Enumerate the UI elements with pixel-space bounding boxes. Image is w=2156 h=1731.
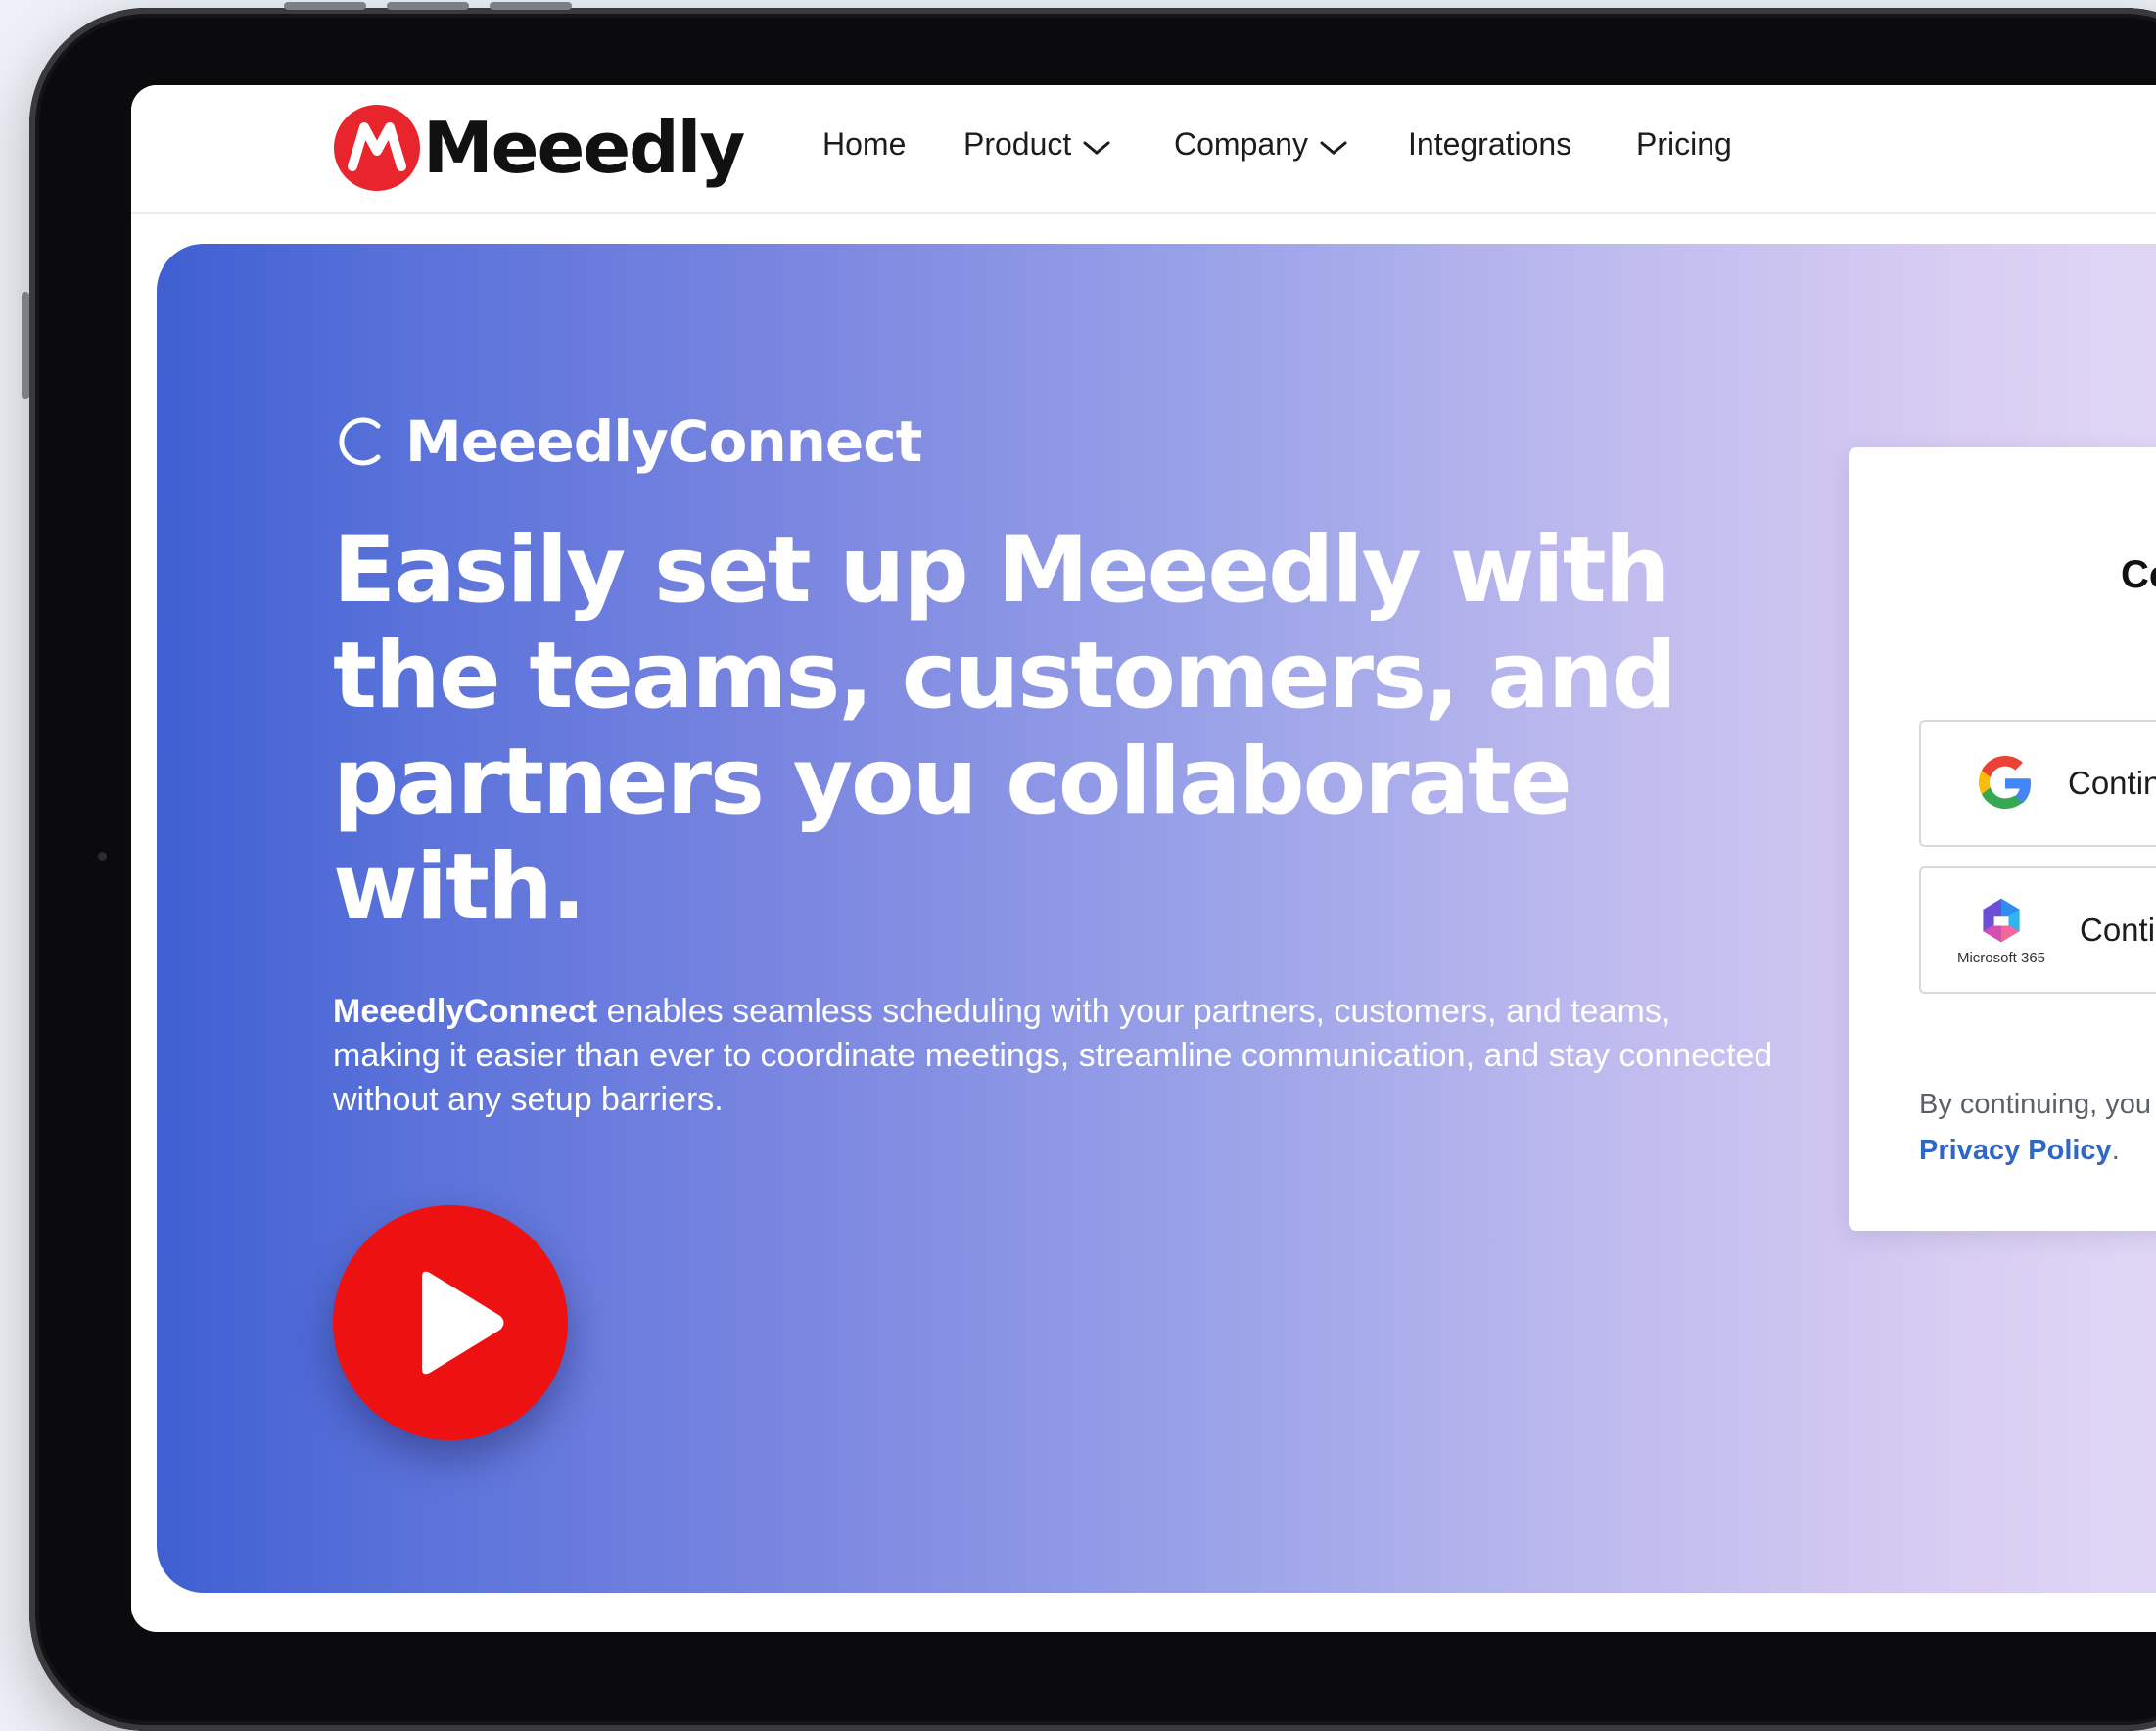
signin-card: Cor Continu — [1849, 447, 2156, 1231]
play-video-button[interactable] — [333, 1205, 568, 1440]
microsoft-365-logo: Microsoft 365 — [1941, 895, 2062, 966]
device-top-button-1 — [284, 2, 366, 10]
google-icon — [1979, 756, 2031, 809]
navbar: Meeedly Home Product Company Integration… — [131, 85, 2156, 214]
google-button-label: Continu — [2068, 765, 2156, 801]
legal-notice: By continuing, you Privacy Policy. — [1919, 1082, 2156, 1174]
microsoft-365-caption: Microsoft 365 — [1956, 949, 2046, 966]
continue-with-microsoft-button[interactable]: Microsoft 365 Contin — [1919, 866, 2156, 994]
tablet-frame: Meeedly Home Product Company Integration… — [22, 2, 2156, 1731]
nav-product[interactable]: Product — [963, 126, 1110, 163]
hero-headline: Easily set up Meeedly with the teams, cu… — [333, 517, 1677, 941]
nav-integrations-label: Integrations — [1408, 126, 1572, 162]
nav-company-label: Company — [1174, 126, 1308, 162]
privacy-policy-link[interactable]: Privacy Policy — [1919, 1135, 2112, 1166]
logo-text: Meeedly — [423, 107, 745, 189]
continue-with-google-button[interactable]: Continu — [1919, 720, 2156, 847]
screen: Meeedly Home Product Company Integration… — [131, 85, 2156, 1632]
meeedly-logo-icon — [334, 105, 420, 191]
nav-home-label: Home — [822, 126, 907, 162]
product-brand: MeeedlyConnect — [333, 408, 922, 475]
play-icon — [422, 1271, 504, 1375]
device-top-button-3 — [490, 2, 572, 10]
nav-integrations[interactable]: Integrations — [1408, 126, 1571, 163]
device-top-button-2 — [387, 2, 469, 10]
nav-pricing-label: Pricing — [1636, 126, 1732, 162]
hero-description-brand: MeeedlyConnect — [333, 993, 598, 1030]
nav-home[interactable]: Home — [822, 126, 906, 163]
device-side-button — [22, 292, 29, 399]
nav-product-label: Product — [963, 126, 1072, 162]
brand-name: MeeedlyConnect — [405, 408, 922, 475]
microsoft-button-label: Contin — [2080, 912, 2156, 948]
signin-card-title: Cor — [2121, 553, 2156, 596]
camera-dot — [98, 852, 107, 861]
chevron-down-icon — [1320, 141, 1347, 155]
refresh-circle-icon — [339, 417, 381, 466]
chevron-down-icon — [1083, 141, 1110, 155]
microsoft-365-icon — [1983, 898, 2020, 942]
legal-end: . — [2111, 1135, 2120, 1166]
hero-description: MeeedlyConnect enables seamless scheduli… — [333, 990, 1782, 1122]
logo[interactable]: Meeedly — [333, 99, 745, 197]
nav-pricing[interactable]: Pricing — [1636, 126, 1732, 163]
legal-text: By continuing, you — [1919, 1089, 2151, 1120]
nav-company[interactable]: Company — [1174, 126, 1347, 163]
